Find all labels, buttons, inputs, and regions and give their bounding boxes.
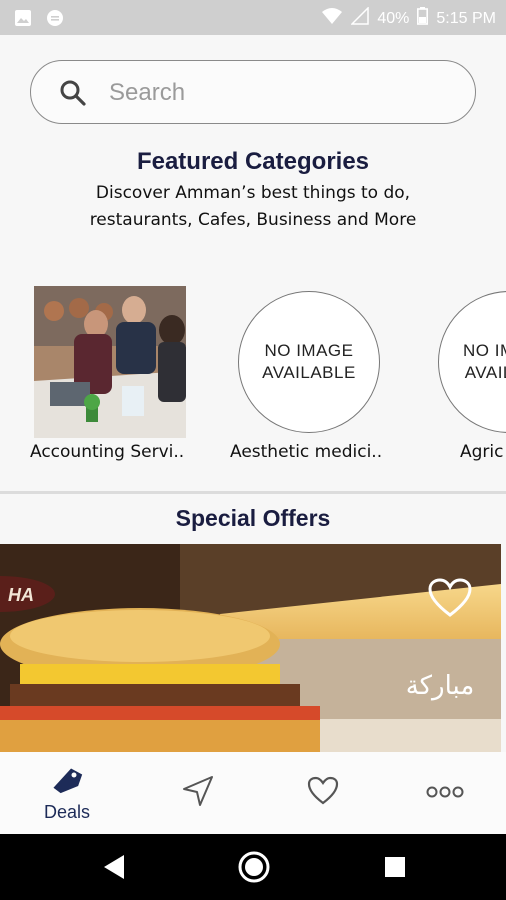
- sync-notification-icon: [46, 9, 64, 31]
- nav-favorites[interactable]: [303, 752, 343, 834]
- special-offers-title: Special Offers: [175, 505, 331, 531]
- recents-icon[interactable]: [384, 856, 406, 882]
- category-card-accounting[interactable]: Accounting Servi..: [0, 286, 186, 466]
- category-card-aesthetic[interactable]: NO IMAGE AVAILABLE Aesthetic medici..: [230, 286, 400, 466]
- deals-tag-icon: [49, 764, 85, 800]
- section-divider: [0, 491, 506, 494]
- status-bar: 40% 5:15 PM: [0, 0, 506, 35]
- subtitle-line-2: restaurants, Cafes, Business and More: [89, 210, 417, 230]
- favorite-heart-icon[interactable]: [428, 578, 472, 622]
- category-card-agric[interactable]: NO IM AVAIL Agric: [438, 286, 506, 466]
- back-icon[interactable]: [102, 854, 126, 884]
- heart-icon: [307, 776, 339, 810]
- no-image-text-2: AVAILABLE: [262, 363, 356, 382]
- featured-categories-title: Featured Categories: [136, 148, 370, 175]
- signal-icon: [350, 6, 370, 30]
- category-label: Aesthetic medici..: [230, 442, 383, 462]
- no-image-text-1: NO IM: [463, 341, 506, 360]
- no-image-placeholder: NO IMAGE AVAILABLE: [238, 291, 380, 433]
- nav-nearby[interactable]: [176, 752, 220, 834]
- bottom-navigation: Deals: [0, 752, 506, 834]
- battery-level: 40%: [377, 9, 410, 27]
- system-navigation-bar: [0, 834, 506, 900]
- wifi-icon: [321, 7, 343, 30]
- nav-deals-label: Deals: [43, 801, 91, 822]
- category-label: Accounting Servi..: [30, 442, 185, 462]
- photo-notification-icon: [14, 9, 32, 31]
- no-image-placeholder: NO IM AVAIL: [438, 291, 506, 433]
- no-image-text-1: NO IMAGE: [264, 341, 354, 360]
- navigation-arrow-icon: [180, 773, 216, 813]
- nav-more[interactable]: [420, 752, 470, 834]
- clock: 5:15 PM: [436, 9, 496, 27]
- svg-text:HA: HA: [8, 585, 34, 605]
- category-label: Agric: [460, 442, 504, 462]
- no-image-text-2: AVAIL: [464, 363, 506, 382]
- more-dots-icon: [426, 784, 464, 803]
- subtitle-line-1: Discover Amman’s best things to do,: [95, 183, 411, 203]
- search-bar[interactable]: [30, 60, 476, 124]
- featured-categories-subtitle: Discover Amman’s best things to do, rest…: [40, 180, 466, 234]
- nav-deals[interactable]: Deals: [30, 752, 104, 834]
- search-icon: [59, 79, 87, 111]
- offer-banner-image[interactable]: HA مباركة: [0, 544, 501, 752]
- search-input[interactable]: [107, 75, 451, 111]
- category-photo: [34, 286, 186, 438]
- home-icon[interactable]: [237, 850, 271, 888]
- banner-arabic-text: مباركة: [406, 671, 475, 701]
- battery-icon: [417, 7, 429, 30]
